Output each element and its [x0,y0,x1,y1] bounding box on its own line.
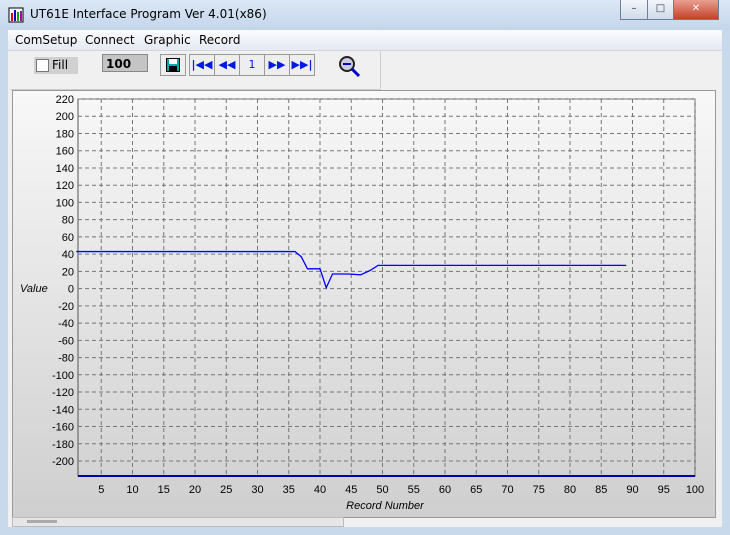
x-tick-label: 15 [158,484,170,496]
y-tick-label: 100 [56,197,74,209]
x-tick-label: 95 [658,484,670,496]
y-tick-label: -100 [52,370,74,382]
x-tick-label: 80 [564,484,576,496]
y-tick-label: -20 [58,301,74,313]
x-tick-label: 40 [314,484,326,496]
y-tick-label: -40 [58,318,74,330]
line-chart: 5 10 15 20 25 30 35 40 45 50 55 60 65 70 75 80 85 90 95 100… [20,94,704,512]
y-tick-label: 40 [62,249,74,261]
x-tick-label: 10 [126,484,138,496]
y-tick-label: -140 [52,404,74,416]
x-tick-label: 90 [626,484,638,496]
y-axis-label: Value [20,283,48,295]
x-tick-label: 70 [501,484,513,496]
y-tick-label: -80 [58,353,74,365]
plot-area [77,98,696,477]
y-tick-label: -60 [58,335,74,347]
y-tick-label: 80 [62,215,74,227]
y-tick-label: -120 [52,387,74,399]
x-tick-label: 55 [408,484,420,496]
x-tick-label: 45 [345,484,357,496]
x-tick-label: 75 [533,484,545,496]
x-tick-label: 100 [686,484,704,496]
scrollbar-thumb[interactable] [27,520,57,523]
y-tick-label: 60 [62,232,74,244]
y-tick-label: 200 [56,111,74,123]
x-tick-label: 30 [251,484,263,496]
y-tick-label: 180 [56,128,74,140]
y-tick-label: 0 [68,284,74,296]
y-tick-label: 160 [56,146,74,158]
y-tick-label: 20 [62,266,74,278]
x-tick-label: 65 [470,484,482,496]
horizontal-scrollbar[interactable] [12,517,344,527]
x-tick-label: 60 [439,484,451,496]
y-tick-label: -160 [52,422,74,434]
y-tick-label: 140 [56,163,74,175]
y-tick-label: -180 [52,439,74,451]
y-tick-label: 220 [56,94,74,106]
x-tick-label: 25 [220,484,232,496]
x-tick-label: 20 [189,484,201,496]
x-tick-label: 5 [98,484,104,496]
y-tick-label: -200 [52,456,74,468]
x-axis-label: Record Number [346,500,425,512]
x-tick-label: 85 [595,484,607,496]
x-tick-label: 35 [283,484,295,496]
x-tick-label: 50 [376,484,388,496]
y-tick-label: 120 [56,180,74,192]
